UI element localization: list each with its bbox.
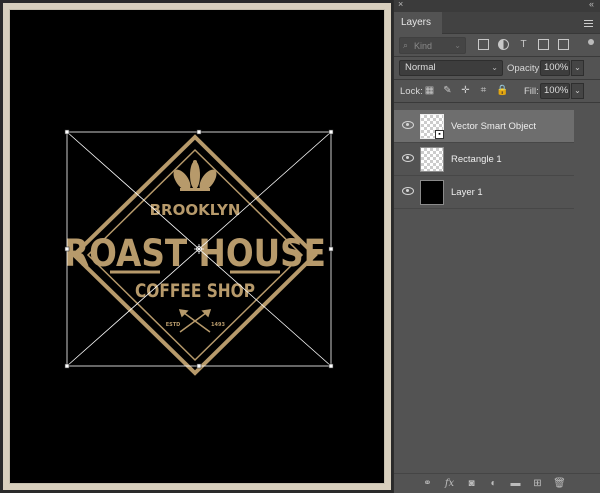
- visibility-eye-icon[interactable]: [402, 187, 414, 195]
- lock-icons: ▦ ✎ ✛ ⌗ 🔒: [424, 85, 509, 96]
- lock-all-icon[interactable]: 🔒: [496, 85, 508, 96]
- panel-bottom-toolbar: ⚭ fx ◙ ◐ ▬ ⊞ 🗑: [394, 473, 600, 493]
- layer-style-fx-icon[interactable]: fx: [443, 478, 456, 490]
- logo-line2: ROAST HOUSE: [64, 232, 326, 275]
- layer-row-layer-1[interactable]: Layer 1: [394, 176, 574, 209]
- tab-layers[interactable]: Layers: [394, 12, 442, 34]
- new-group-folder-icon[interactable]: ▬: [509, 478, 522, 490]
- layer-row-vector-smart-object[interactable]: ▪ Vector Smart Object: [394, 110, 574, 143]
- layer-name: Rectangle 1: [451, 154, 502, 165]
- panel-menu-icon[interactable]: [584, 20, 593, 27]
- delete-trash-icon[interactable]: 🗑: [553, 478, 566, 490]
- filter-toggle-icon[interactable]: [588, 39, 594, 45]
- panel-tabbar: Layers: [394, 12, 600, 34]
- filter-row: ⌕ Kind ⌄ T: [394, 34, 600, 56]
- document-frame: BROOKLYN ROAST HOUSE COFFEE SHOP ESTD 14…: [3, 3, 391, 490]
- document-canvas[interactable]: BROOKLYN ROAST HOUSE COFFEE SHOP ESTD 14…: [9, 9, 385, 484]
- link-layers-icon[interactable]: ⚭: [421, 478, 434, 490]
- close-panel-icon[interactable]: ×: [398, 0, 403, 9]
- adjustment-layer-icon[interactable]: ◐: [487, 478, 500, 490]
- bottom-icons: ⚭ fx ◙ ◐ ▬ ⊞ 🗑: [421, 478, 566, 490]
- new-layer-icon[interactable]: ⊞: [531, 478, 544, 490]
- panel-header-strip: × «: [394, 0, 600, 12]
- layers-list: ▪ Vector Smart Object Rectangle 1 Layer …: [394, 110, 574, 209]
- logo-year: 1493: [211, 322, 225, 328]
- add-mask-icon[interactable]: ◙: [465, 478, 478, 490]
- lock-image-icon[interactable]: ✎: [442, 85, 453, 96]
- canvas-workspace: BROOKLYN ROAST HOUSE COFFEE SHOP ESTD 14…: [0, 0, 393, 493]
- logo-estd: ESTD: [166, 322, 181, 328]
- lock-position-icon[interactable]: ✛: [460, 85, 471, 96]
- logo-plant-icon: [173, 160, 217, 191]
- layers-panel: × « Layers ⌕ Kind ⌄ T Normal ⌄ Opacity: …: [393, 0, 600, 493]
- kind-filter-label: Kind: [414, 41, 433, 51]
- opacity-chevron-icon[interactable]: ⌄: [571, 60, 584, 76]
- pixel-filter-icon[interactable]: [478, 39, 489, 50]
- blend-mode-dropdown[interactable]: Normal ⌄: [399, 60, 503, 76]
- opacity-value: 100%: [544, 62, 569, 73]
- fill-label: Fill:: [524, 86, 539, 97]
- collapse-panel-icon[interactable]: «: [589, 0, 594, 9]
- fill-value: 100%: [544, 85, 569, 96]
- blend-row: Normal ⌄ Opacity: 100% ⌄: [394, 57, 600, 79]
- lock-artboard-icon[interactable]: ⌗: [478, 85, 489, 96]
- layer-name: Vector Smart Object: [451, 121, 537, 132]
- blend-mode-value: Normal: [405, 62, 436, 73]
- layer-thumbnail: [420, 147, 444, 172]
- smart-object-badge-icon: ▪: [435, 130, 444, 139]
- lock-label: Lock:: [400, 86, 423, 97]
- logo-line3: COFFEE SHOP: [135, 280, 255, 302]
- layer-row-rectangle-1[interactable]: Rectangle 1: [394, 143, 574, 176]
- visibility-eye-icon[interactable]: [402, 154, 414, 162]
- lock-row: Lock: ▦ ✎ ✛ ⌗ 🔒 Fill: 100% ⌄: [394, 80, 600, 102]
- lock-transparent-icon[interactable]: ▦: [424, 85, 435, 96]
- layer-name: Layer 1: [451, 187, 483, 198]
- shape-filter-icon[interactable]: [538, 39, 549, 50]
- visibility-eye-icon[interactable]: [402, 121, 414, 129]
- layer-thumbnail: [420, 180, 444, 205]
- chevron-down-icon: ⌄: [491, 63, 498, 72]
- kind-filter-dropdown[interactable]: ⌕ Kind ⌄: [399, 37, 466, 54]
- filter-icons: T: [478, 39, 569, 50]
- logo-arrows-icon: [178, 309, 212, 333]
- search-icon: ⌕: [403, 40, 409, 50]
- chevron-down-icon: ⌄: [454, 41, 461, 50]
- adjustment-filter-icon[interactable]: [498, 39, 509, 50]
- layer-thumbnail: ▪: [420, 114, 444, 139]
- opacity-label: Opacity:: [507, 63, 542, 74]
- opacity-field[interactable]: 100%: [540, 60, 570, 76]
- logo-line1: BROOKLYN: [150, 201, 241, 219]
- type-filter-icon[interactable]: T: [518, 39, 529, 50]
- smart-object-filter-icon[interactable]: [558, 39, 569, 50]
- fill-chevron-icon[interactable]: ⌄: [571, 83, 584, 99]
- canvas-artwork: BROOKLYN ROAST HOUSE COFFEE SHOP ESTD 14…: [64, 129, 334, 376]
- fill-field[interactable]: 100%: [540, 83, 570, 99]
